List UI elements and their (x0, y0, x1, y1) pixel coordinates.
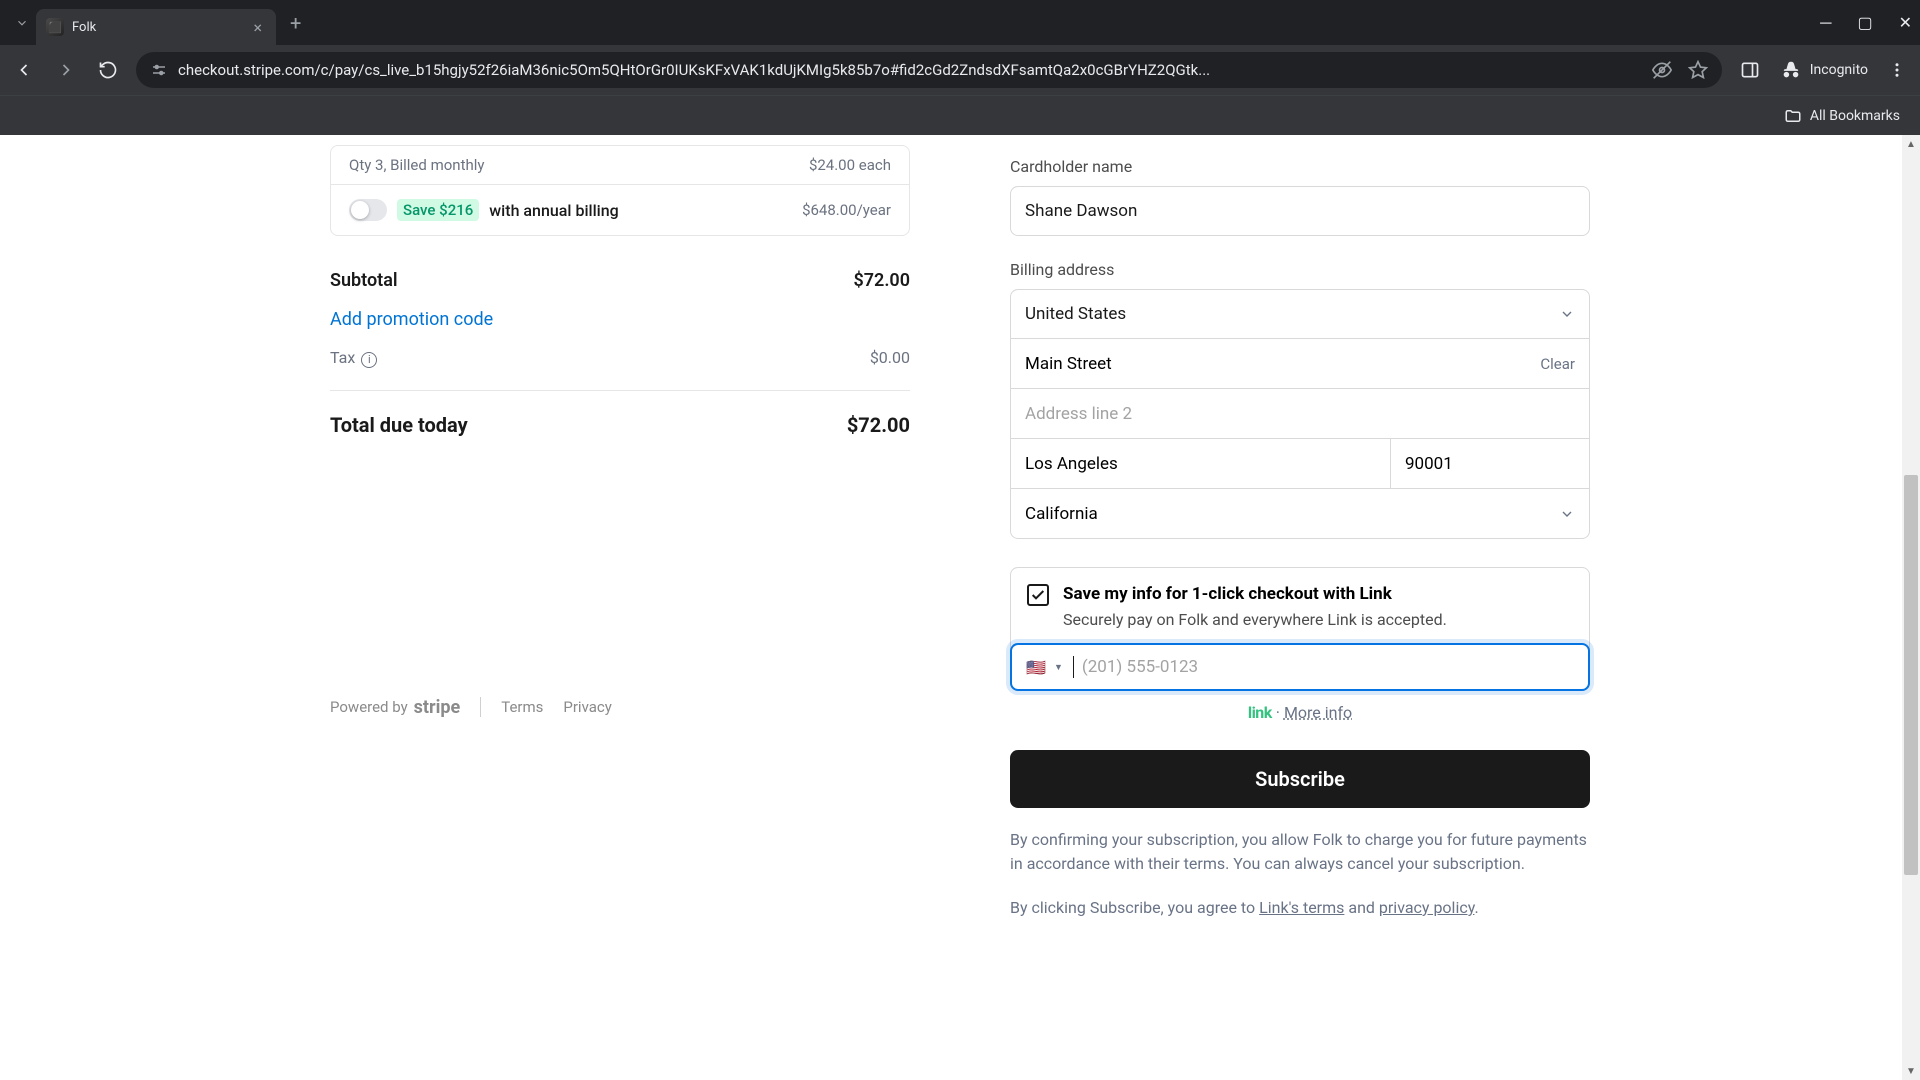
window-controls: ─ ▢ ✕ (1820, 13, 1912, 33)
payment-form-column: Cardholder name Shane Dawson Billing add… (960, 135, 1680, 1080)
url-text: checkout.stripe.com/c/pay/cs_live_b15hgj… (178, 61, 1642, 79)
eye-off-icon[interactable] (1652, 60, 1672, 80)
incognito-indicator[interactable]: Incognito (1780, 59, 1868, 81)
chevron-down-icon (1559, 306, 1575, 322)
divider (480, 697, 481, 717)
incognito-icon (1780, 59, 1802, 81)
divider (330, 390, 910, 391)
all-bookmarks-button[interactable]: All Bookmarks (1810, 108, 1900, 124)
scroll-up-icon[interactable]: ▲ (1902, 135, 1920, 153)
back-button[interactable] (10, 56, 38, 84)
plan-box: Qty 3, Billed monthly $24.00 each Save $… (330, 145, 910, 236)
chevron-down-icon (1559, 506, 1575, 522)
minimize-icon[interactable]: ─ (1820, 13, 1831, 33)
address2-input[interactable]: Address line 2 (1010, 389, 1590, 439)
state-select[interactable]: California (1010, 489, 1590, 539)
page-content: Qty 3, Billed monthly $24.00 each Save $… (0, 135, 1920, 1080)
country-select[interactable]: United States (1010, 289, 1590, 339)
cardholder-input[interactable]: Shane Dawson (1010, 186, 1590, 236)
browser-toolbar: checkout.stripe.com/c/pay/cs_live_b15hgj… (0, 45, 1920, 95)
link-subtitle: Securely pay on Folk and everywhere Link… (1063, 610, 1573, 629)
billing-address-group: United States Clear Address line 2 Calif… (1010, 289, 1590, 539)
cardholder-label: Cardholder name (1010, 157, 1590, 176)
tab-search-icon[interactable] (8, 9, 36, 37)
tab-title: Folk (72, 20, 241, 35)
address1-input[interactable] (1025, 354, 1540, 374)
folder-icon (1784, 107, 1802, 125)
subtotal-label: Subtotal (330, 270, 398, 291)
disclaimer-1: By confirming your subscription, you all… (1010, 828, 1590, 876)
chevron-down-icon: ▼ (1054, 662, 1063, 673)
tax-label: Tax (330, 348, 355, 367)
annual-price: $648.00/year (802, 201, 891, 219)
favicon-icon: ⬛ (46, 18, 64, 36)
link-brand: link (1248, 703, 1272, 722)
flag-icon[interactable]: 🇺🇸 (1026, 658, 1050, 677)
bookmarks-bar: All Bookmarks (0, 95, 1920, 135)
annual-text: with annual billing (489, 201, 618, 220)
order-summary-column: Qty 3, Billed monthly $24.00 each Save $… (240, 135, 960, 1080)
dot-separator: · (1276, 703, 1280, 722)
link-title: Save my info for 1-click checkout with L… (1063, 584, 1392, 604)
bookmark-star-icon[interactable] (1688, 60, 1708, 80)
forward-button[interactable] (52, 56, 80, 84)
phone-input[interactable]: 🇺🇸 ▼ (201) 555-0123 (1010, 643, 1590, 691)
title-bar: ⬛ Folk × + ─ ▢ ✕ (0, 0, 1920, 45)
terms-link[interactable]: Terms (501, 698, 543, 716)
total-label: Total due today (330, 413, 468, 437)
subtotal-value: $72.00 (853, 270, 910, 291)
annual-toggle[interactable] (349, 199, 387, 221)
qty-line: Qty 3, Billed monthly (349, 156, 484, 174)
each-price: $24.00 each (809, 156, 891, 174)
maximize-icon[interactable]: ▢ (1857, 13, 1872, 33)
links-terms-link[interactable]: Link's terms (1259, 898, 1344, 917)
phone-placeholder: (201) 555-0123 (1082, 657, 1198, 677)
address-bar[interactable]: checkout.stripe.com/c/pay/cs_live_b15hgj… (136, 52, 1722, 88)
link-save-box: Save my info for 1-click checkout with L… (1010, 567, 1590, 691)
menu-icon[interactable] (1884, 57, 1910, 83)
reload-button[interactable] (94, 56, 122, 84)
site-settings-icon[interactable] (150, 61, 168, 79)
tab-strip: ⬛ Folk × + (8, 0, 315, 45)
city-input[interactable] (1010, 439, 1390, 489)
tax-value: $0.00 (870, 348, 910, 368)
scroll-down-icon[interactable]: ▼ (1902, 1062, 1920, 1080)
browser-tab[interactable]: ⬛ Folk × (36, 9, 276, 45)
close-icon[interactable]: × (249, 16, 266, 39)
save-badge: Save $216 (397, 199, 479, 221)
more-info-link[interactable]: More info (1284, 703, 1352, 722)
powered-by-label: Powered by (330, 698, 408, 716)
scroll-thumb[interactable] (1904, 475, 1918, 875)
stripe-logo: stripe (414, 697, 461, 718)
new-tab-button[interactable]: + (276, 11, 315, 35)
side-panel-icon[interactable] (1736, 56, 1764, 84)
promo-code-link[interactable]: Add promotion code (330, 309, 910, 330)
disclaimer-2: By clicking Subscribe, you agree to Link… (1010, 896, 1590, 920)
privacy-policy-link[interactable]: privacy policy (1379, 898, 1475, 917)
scrollbar[interactable]: ▲ ▼ (1902, 135, 1920, 1080)
subscribe-button[interactable]: Subscribe (1010, 750, 1590, 808)
save-info-checkbox[interactable] (1027, 584, 1049, 606)
total-value: $72.00 (847, 413, 910, 437)
incognito-label: Incognito (1810, 62, 1868, 78)
footer: Powered by stripe Terms Privacy (330, 697, 910, 718)
close-window-icon[interactable]: ✕ (1899, 13, 1912, 33)
billing-label: Billing address (1010, 260, 1590, 279)
info-icon[interactable]: i (361, 352, 377, 368)
zip-input[interactable] (1390, 439, 1590, 489)
clear-button[interactable]: Clear (1540, 355, 1575, 373)
privacy-link[interactable]: Privacy (563, 698, 611, 716)
text-cursor (1073, 656, 1074, 678)
